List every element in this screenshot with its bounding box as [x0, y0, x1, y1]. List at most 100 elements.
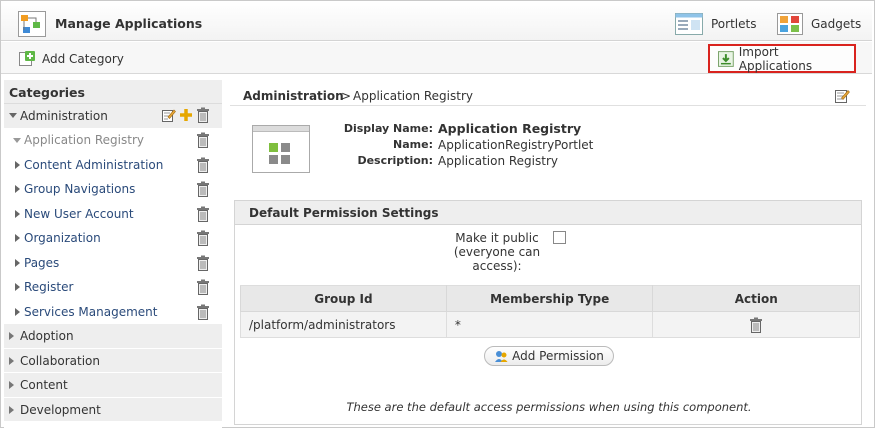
action-cell	[652, 311, 860, 338]
application-detail-panel: Administration > Application Registry Di…	[230, 80, 870, 428]
collapsed-arrow-icon	[15, 160, 20, 169]
sidebar-application-item[interactable]: Services Management	[4, 300, 222, 325]
application-list: Application Registry Content Administrati…	[4, 128, 222, 324]
breadcrumb-parent[interactable]: Administration	[243, 89, 344, 103]
category-administration[interactable]: Administration	[4, 104, 222, 128]
manage-applications-icon	[18, 11, 46, 37]
portlets-label: Portlets	[711, 17, 757, 31]
category-group-label: Content	[20, 378, 68, 392]
collapsed-arrow-icon	[9, 381, 14, 389]
make-public-line3: access):	[472, 259, 522, 273]
make-public-label: Make it public (everyone can access):	[445, 231, 549, 273]
sidebar-application-item[interactable]: Application Registry	[4, 128, 222, 153]
breadcrumb: Administration > Application Registry	[230, 80, 866, 106]
category-group-item[interactable]: Development	[4, 397, 222, 422]
add-category-button[interactable]: Add Category	[18, 50, 124, 68]
category-tools	[162, 107, 210, 123]
delete-application-icon[interactable]	[196, 181, 210, 200]
sidebar-application-label[interactable]: New User Account	[24, 207, 134, 221]
add-permission-label: Add Permission	[512, 349, 604, 363]
permission-note: These are the default access permissions…	[346, 400, 752, 414]
add-category-icon	[19, 51, 35, 66]
sidebar-application-item[interactable]: Organization	[4, 226, 222, 251]
category-group-label: Collaboration	[20, 353, 100, 368]
add-permission-button[interactable]: Add Permission	[484, 346, 614, 366]
category-group-label: Adoption	[20, 329, 74, 343]
permission-settings-title: Default Permission Settings	[235, 201, 861, 225]
permission-table-header: Group Id Membership Type Action	[240, 285, 860, 312]
edit-application-icon[interactable]	[835, 88, 850, 103]
category-group-label: Development	[20, 402, 101, 417]
gadgets-icon	[777, 13, 803, 35]
collapsed-arrow-icon	[15, 307, 20, 316]
group-id-cell: /platform/administrators	[240, 311, 447, 338]
membership-cell: *	[445, 311, 654, 338]
gadgets-button[interactable]: Gadgets	[777, 13, 861, 35]
import-applications-button[interactable]: Import Applications	[708, 44, 856, 73]
make-public-line1: Make it public	[455, 231, 539, 245]
delete-application-icon[interactable]	[196, 255, 210, 274]
application-portlet-icon	[252, 125, 310, 173]
make-public-checkbox[interactable]	[553, 231, 566, 244]
sidebar-application-label[interactable]: Pages	[24, 256, 59, 270]
col-action: Action	[652, 285, 860, 312]
collapsed-arrow-icon	[15, 185, 20, 193]
sidebar-application-label[interactable]: Content Administration	[24, 158, 163, 172]
display-name-key: Display Name:	[343, 122, 433, 135]
sidebar-application-item[interactable]: Register	[4, 275, 222, 300]
breadcrumb-separator: >	[341, 89, 352, 103]
collapsed-arrow-icon	[9, 332, 14, 340]
action-bar: Add Category Import Applications	[1, 42, 872, 74]
permission-settings: Default Permission Settings Make it publ…	[234, 200, 862, 425]
edit-category-icon[interactable]	[162, 108, 176, 122]
page-title: Manage Applications	[55, 16, 203, 31]
portlets-icon	[675, 13, 703, 35]
portlets-button[interactable]: Portlets	[675, 13, 756, 35]
sidebar-application-label[interactable]: Register	[24, 280, 73, 294]
sidebar-application-label[interactable]: Group Navigations	[24, 182, 135, 196]
add-category-label: Add Category	[42, 52, 124, 66]
delete-application-icon[interactable]	[196, 206, 210, 225]
expand-arrow-icon	[9, 113, 17, 118]
sidebar-application-item[interactable]: New User Account	[4, 202, 222, 227]
delete-application-icon[interactable]	[196, 157, 210, 176]
category-group-item[interactable]: Content	[4, 373, 222, 398]
delete-application-icon[interactable]	[196, 230, 210, 249]
delete-permission-icon[interactable]	[749, 317, 763, 333]
delete-application-icon[interactable]	[196, 132, 210, 151]
add-application-icon[interactable]	[179, 108, 193, 122]
name-key: Name:	[393, 138, 433, 151]
description-key: Description:	[357, 154, 433, 167]
delete-category-icon[interactable]	[196, 107, 210, 123]
category-group-item[interactable]: Collaboration	[4, 348, 222, 373]
category-administration-label: Administration	[20, 109, 108, 123]
sidebar-application-item[interactable]: Pages	[4, 251, 222, 276]
expanded-arrow-icon	[13, 138, 21, 143]
display-name-value: Application Registry	[438, 121, 582, 136]
sidebar-application-label[interactable]: Services Management	[24, 305, 157, 319]
import-applications-label: Import Applications	[738, 44, 813, 73]
category-group-item[interactable]: Adoption	[4, 324, 222, 349]
categories-panel: Categories Administration Application Re…	[4, 80, 222, 428]
delete-application-icon[interactable]	[196, 304, 210, 323]
description-value: Application Registry	[438, 154, 558, 168]
permission-table: Group Id Membership Type Action /platfor…	[240, 285, 860, 338]
table-row: /platform/administrators *	[240, 311, 860, 338]
sidebar-application-label[interactable]: Organization	[24, 231, 101, 245]
collapsed-arrow-icon	[15, 283, 20, 291]
title-bar: Manage Applications Portlets Gadgets	[1, 1, 872, 41]
categories-heading: Categories	[4, 80, 222, 104]
sidebar-application-label[interactable]: Application Registry	[24, 133, 144, 147]
sidebar-application-item[interactable]: Content Administration	[4, 153, 222, 178]
import-icon	[718, 50, 734, 67]
add-permission-icon	[495, 351, 508, 362]
col-group-id: Group Id	[240, 285, 447, 312]
name-value: ApplicationRegistryPortlet	[438, 138, 594, 152]
collapsed-arrow-icon	[15, 234, 20, 242]
category-group-list: Adoption Collaboration Content Development	[4, 324, 222, 422]
delete-application-icon[interactable]	[196, 279, 210, 298]
sidebar-application-item[interactable]: Group Navigations	[4, 177, 222, 202]
collapsed-arrow-icon	[15, 209, 20, 218]
breadcrumb-current: Application Registry	[353, 89, 473, 103]
make-public-line2: (everyone can	[453, 245, 541, 259]
